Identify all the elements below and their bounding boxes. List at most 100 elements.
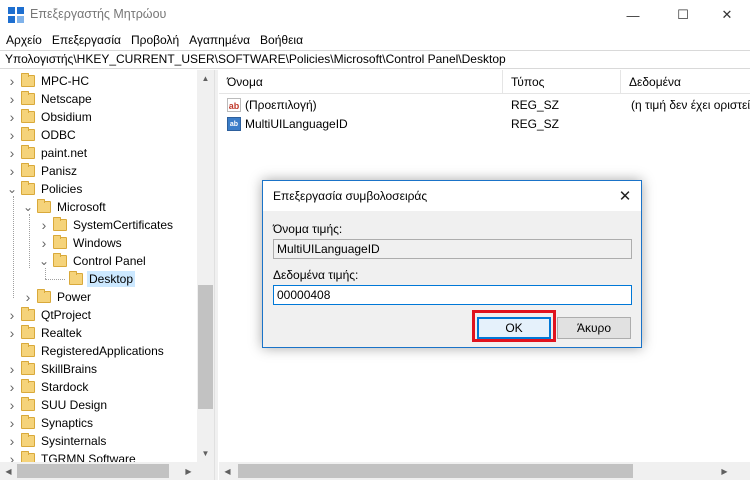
scroll-left-arrow-icon[interactable]: ◀ <box>219 462 236 480</box>
tree-horizontal-scrollbar[interactable]: ◀ ▶ <box>0 462 214 480</box>
pane-splitter[interactable] <box>214 70 218 480</box>
string-value-icon: ab <box>227 98 241 112</box>
value-name-field[interactable]: MultiUILanguageID <box>273 239 632 259</box>
chevron-right-icon[interactable]: › <box>7 90 17 108</box>
column-header-name[interactable]: Όνομα <box>219 70 503 94</box>
tree-item-label: MPC-HC <box>41 74 89 88</box>
menu-view[interactable]: Προβολή <box>126 33 184 47</box>
address-bar[interactable]: Υπολογιστής\HKEY_CURRENT_USER\SOFTWARE\P… <box>0 50 750 69</box>
tree-item-label: ODBC <box>41 128 76 142</box>
tree-item-label: QtProject <box>41 308 92 322</box>
scroll-up-arrow-icon[interactable]: ▲ <box>197 70 214 87</box>
tree-item-label: Panisz <box>41 164 78 178</box>
folder-icon <box>21 91 35 105</box>
minimize-button[interactable]: — <box>610 0 656 30</box>
menu-help[interactable]: Βοήθεια <box>255 33 308 47</box>
scroll-right-arrow-icon[interactable]: ▶ <box>180 462 197 480</box>
maximize-button[interactable]: ☐ <box>660 0 706 30</box>
chevron-right-icon[interactable]: › <box>7 450 17 462</box>
chevron-right-icon[interactable]: › <box>7 360 17 378</box>
tree-item[interactable]: › SystemCertificates <box>0 216 200 234</box>
tree-item[interactable]: › QtProject <box>0 306 200 324</box>
folder-icon <box>69 271 83 285</box>
chevron-right-icon[interactable]: › <box>7 396 17 414</box>
menu-favorites[interactable]: Αγαπημένα <box>184 33 255 47</box>
chevron-right-icon[interactable]: › <box>7 324 17 342</box>
tree-item[interactable]: › Netscape <box>0 90 200 108</box>
tree-item[interactable]: ⌄ Policies <box>0 180 200 198</box>
tree-item[interactable]: › Obsidium <box>0 108 200 126</box>
tree-item[interactable]: › Synaptics <box>0 414 200 432</box>
tree-item-label: Policies <box>41 182 83 196</box>
tree-scroll-thumb[interactable] <box>198 285 213 409</box>
tree-item-label: Obsidium <box>41 110 92 124</box>
edit-string-dialog: Επεξεργασία συμβολοσειράς ✕ Όνομα τιμής:… <box>262 180 642 348</box>
dialog-title: Επεξεργασία συμβολοσειράς <box>273 189 428 203</box>
chevron-right-icon[interactable]: › <box>7 126 17 144</box>
tree-item-label: Power <box>57 290 92 304</box>
tree-item[interactable]: › TGRMN Software <box>0 450 200 462</box>
list-horizontal-scrollbar[interactable]: ◀ ▶ <box>219 462 750 480</box>
folder-icon <box>21 397 35 411</box>
tree-item[interactable]: › ODBC <box>0 126 200 144</box>
value-data-input[interactable]: 00000408 <box>273 285 632 305</box>
tree-hscroll-thumb[interactable] <box>17 464 169 478</box>
folder-icon <box>21 343 35 357</box>
tree-item[interactable]: › Power <box>0 288 200 306</box>
cancel-button[interactable]: Άκυρο <box>557 317 631 339</box>
dialog-close-icon[interactable]: ✕ <box>609 181 641 211</box>
chevron-right-icon[interactable]: › <box>39 234 49 252</box>
scroll-down-arrow-icon[interactable]: ▼ <box>197 445 214 462</box>
tree-item[interactable]: RegisteredApplications <box>0 342 200 360</box>
tree-item-label: Netscape <box>41 92 92 106</box>
close-window-button[interactable]: ✕ <box>704 0 750 30</box>
value-name-label: Όνομα τιμής: <box>273 222 343 236</box>
chevron-right-icon[interactable]: › <box>7 306 17 324</box>
tree-item-label: Desktop <box>87 271 136 287</box>
tree-item[interactable]: › SkillBrains <box>0 360 200 378</box>
tree-item-label: TGRMN Software <box>41 452 136 462</box>
tree-item[interactable]: › Panisz <box>0 162 200 180</box>
value-name: (Προεπιλογή) <box>245 98 317 112</box>
chevron-down-icon[interactable]: ⌄ <box>7 180 17 198</box>
column-header-type[interactable]: Τύπος <box>503 70 621 94</box>
tree-item[interactable]: › paint.net <box>0 144 200 162</box>
chevron-right-icon[interactable]: › <box>7 72 17 90</box>
chevron-down-icon[interactable]: ⌄ <box>23 198 33 216</box>
tree-item[interactable]: › MPC-HC <box>0 72 200 90</box>
tree-item[interactable]: › SUU Design <box>0 396 200 414</box>
tree-item[interactable]: Desktop <box>0 270 200 288</box>
chevron-right-icon[interactable]: › <box>39 216 49 234</box>
chevron-right-icon[interactable]: › <box>7 162 17 180</box>
chevron-right-icon[interactable]: › <box>23 288 33 306</box>
scroll-left-arrow-icon[interactable]: ◀ <box>0 462 17 480</box>
list-item[interactable]: ab MultiUILanguageID REG_SZ <box>219 115 750 133</box>
folder-icon <box>53 253 67 267</box>
tree-item[interactable]: ⌄ Microsoft <box>0 198 200 216</box>
list-item[interactable]: ab (Προεπιλογή) REG_SZ (η τιμή δεν έχει … <box>219 96 750 114</box>
folder-icon <box>21 415 35 429</box>
tree-vertical-scrollbar[interactable]: ▲ ▼ <box>197 70 214 462</box>
chevron-right-icon[interactable]: › <box>7 378 17 396</box>
tree-item[interactable]: › Stardock <box>0 378 200 396</box>
menu-edit[interactable]: Επεξεργασία <box>47 33 126 47</box>
chevron-right-icon[interactable]: › <box>7 144 17 162</box>
tree-connector-line <box>45 279 65 280</box>
tree-item[interactable]: › Sysinternals <box>0 432 200 450</box>
tree-item-label: paint.net <box>41 146 88 160</box>
chevron-right-icon[interactable]: › <box>7 432 17 450</box>
chevron-down-icon[interactable]: ⌄ <box>39 252 49 270</box>
scroll-right-arrow-icon[interactable]: ▶ <box>716 462 733 480</box>
registry-key-tree[interactable]: › MPC-HC › Netscape › Obsidium › ODBC › paint.net… <box>0 70 214 462</box>
chevron-right-icon[interactable]: › <box>7 108 17 126</box>
tree-connector-line <box>45 268 46 279</box>
tree-item[interactable]: ⌄ Control Panel <box>0 252 200 270</box>
tree-item[interactable]: › Windows <box>0 234 200 252</box>
folder-icon <box>21 73 35 87</box>
chevron-right-icon[interactable]: › <box>7 414 17 432</box>
menu-file[interactable]: Αρχείο <box>0 33 47 47</box>
tree-item[interactable]: › Realtek <box>0 324 200 342</box>
column-header-data[interactable]: Δεδομένα <box>621 70 750 94</box>
folder-icon <box>21 109 35 123</box>
list-hscroll-thumb[interactable] <box>238 464 633 478</box>
